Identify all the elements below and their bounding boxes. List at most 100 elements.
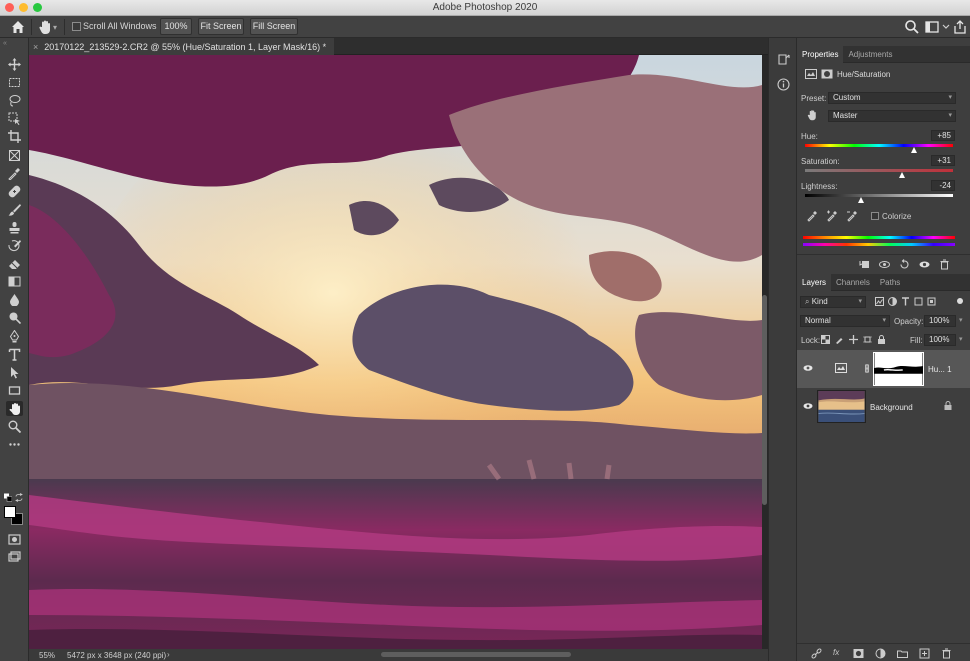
link-layers-icon[interactable] — [811, 648, 822, 659]
hue-slider[interactable] — [805, 144, 953, 147]
blur-tool-icon[interactable] — [6, 292, 23, 307]
swap-colors-icon[interactable] — [15, 492, 23, 502]
trash-icon[interactable] — [939, 259, 950, 270]
history-brush-tool-icon[interactable] — [6, 238, 23, 253]
saturation-value-field[interactable]: +31 — [931, 155, 955, 166]
hand-tool-preset-icon[interactable] — [38, 19, 52, 35]
hue-value-field[interactable]: +85 — [931, 130, 955, 141]
fit-screen-button[interactable]: Fit Screen — [198, 18, 244, 35]
trash-icon[interactable] — [941, 648, 952, 659]
chevron-down-icon[interactable]: ▾ — [959, 316, 963, 324]
mores-icon[interactable] — [6, 437, 23, 452]
chevron-down-icon[interactable]: ▾ — [53, 23, 57, 32]
lock-all-icon[interactable] — [877, 335, 886, 344]
new-layer-icon[interactable] — [919, 648, 930, 659]
layer-filter-select[interactable]: ⌕ Kind ▾ — [800, 296, 866, 308]
search-icon[interactable] — [904, 19, 920, 35]
layer-mask-icon[interactable] — [821, 69, 833, 79]
layer-name[interactable]: Hu... 1 — [928, 365, 952, 374]
gradient-tool-icon[interactable] — [6, 274, 23, 289]
vertical-scrollbar[interactable] — [762, 295, 767, 505]
hue-slider-thumb[interactable] — [910, 147, 917, 153]
filter-pixel-icon[interactable] — [875, 297, 884, 306]
eraser-tool-icon[interactable] — [6, 256, 23, 271]
new-group-icon[interactable] — [897, 648, 908, 659]
filter-shape-icon[interactable] — [914, 297, 923, 306]
filter-adjustment-icon[interactable] — [888, 297, 897, 306]
status-menu-arrow[interactable]: › — [167, 650, 170, 659]
close-tab-icon[interactable]: × — [33, 42, 38, 52]
zoom-100-button[interactable]: 100% — [160, 18, 192, 35]
quick-mask-icon[interactable] — [6, 532, 23, 547]
tab-properties[interactable]: Properties — [797, 46, 844, 63]
chevron-down-icon[interactable]: ▾ — [959, 335, 963, 343]
add-mask-icon[interactable] — [853, 648, 864, 659]
tab-layers[interactable]: Layers — [797, 274, 832, 291]
adjustment-layer-icon[interactable] — [805, 69, 817, 79]
clip-to-layer-icon[interactable] — [859, 259, 870, 270]
layer-row[interactable]: Background — [797, 388, 970, 426]
fill-field[interactable]: 100% — [924, 334, 956, 346]
lock-artboard-icon[interactable] — [863, 335, 872, 344]
clone-stamp-tool-icon[interactable] — [6, 220, 23, 235]
share-icon[interactable] — [952, 19, 968, 35]
document-image[interactable] — [29, 55, 762, 649]
filter-type-icon[interactable] — [901, 297, 910, 306]
eyedropper-tool-icon[interactable] — [6, 166, 23, 181]
saturation-slider[interactable] — [805, 169, 953, 172]
lightness-value-field[interactable]: -24 — [931, 180, 955, 191]
brush-tool-icon[interactable] — [6, 202, 23, 217]
mask-link-icon[interactable] — [865, 364, 869, 373]
marquee-tool-icon[interactable] — [6, 75, 23, 90]
lightness-slider-thumb[interactable] — [858, 197, 865, 203]
workspace-icon[interactable] — [924, 19, 940, 35]
channel-select[interactable]: Master ▾ — [828, 110, 956, 122]
eyedropper-icon[interactable] — [806, 210, 818, 222]
zoom-level[interactable]: 55% — [39, 651, 55, 660]
path-selection-tool-icon[interactable] — [6, 365, 23, 380]
object-select-tool-icon[interactable] — [6, 111, 23, 126]
filter-smart-object-icon[interactable] — [927, 297, 936, 306]
fill-screen-button[interactable]: Fill Screen — [250, 18, 298, 35]
on-image-adjust-icon[interactable] — [806, 109, 818, 121]
colorize-checkbox[interactable] — [871, 212, 879, 220]
tab-paths[interactable]: Paths — [875, 274, 905, 291]
new-adjustment-layer-icon[interactable] — [875, 648, 886, 659]
pen-tool-icon[interactable] — [6, 329, 23, 344]
frame-tool-icon[interactable] — [6, 148, 23, 163]
canvas-area[interactable] — [29, 55, 768, 649]
visibility-eye-icon[interactable] — [803, 402, 813, 410]
tab-channels[interactable]: Channels — [831, 274, 875, 291]
visibility-eye-icon[interactable] — [919, 259, 930, 270]
saturation-slider-thumb[interactable] — [898, 172, 905, 178]
layer-row[interactable]: Hu... 1 — [797, 350, 970, 388]
opacity-field[interactable]: 100% — [924, 315, 956, 327]
layer-name[interactable]: Background — [870, 403, 913, 412]
lock-position-icon[interactable] — [849, 335, 858, 344]
eyedropper-plus-icon[interactable] — [826, 210, 838, 222]
layer-style-fx-icon[interactable]: fx — [833, 648, 844, 659]
collapse-icon[interactable]: « — [3, 40, 7, 47]
lightness-slider[interactable] — [805, 194, 953, 197]
hand-tool-icon[interactable] — [6, 400, 23, 416]
rectangle-tool-icon[interactable] — [6, 383, 23, 398]
screen-mode-icon[interactable] — [6, 550, 23, 565]
reset-icon[interactable] — [899, 259, 910, 270]
zoom-tool-icon[interactable] — [6, 419, 23, 434]
eyedropper-minus-icon[interactable] — [846, 210, 858, 222]
scroll-all-windows-checkbox[interactable] — [72, 22, 81, 31]
visibility-eye-icon[interactable] — [803, 364, 813, 372]
foreground-color-swatch[interactable] — [4, 506, 16, 518]
default-colors-icon[interactable] — [4, 493, 12, 502]
blend-mode-select[interactable]: Normal ▾ — [800, 315, 890, 327]
layer-mask-thumbnail[interactable] — [873, 352, 924, 386]
horizontal-scrollbar[interactable] — [381, 652, 571, 657]
healing-brush-tool-icon[interactable] — [6, 184, 23, 199]
lock-pixels-icon[interactable] — [835, 335, 844, 344]
dodge-tool-icon[interactable] — [6, 310, 23, 325]
info-icon[interactable] — [777, 78, 790, 91]
layer-thumbnail[interactable] — [817, 390, 866, 423]
lasso-tool-icon[interactable] — [6, 93, 23, 108]
move-tool-icon[interactable] — [6, 57, 23, 72]
lock-transparent-icon[interactable] — [821, 335, 830, 344]
